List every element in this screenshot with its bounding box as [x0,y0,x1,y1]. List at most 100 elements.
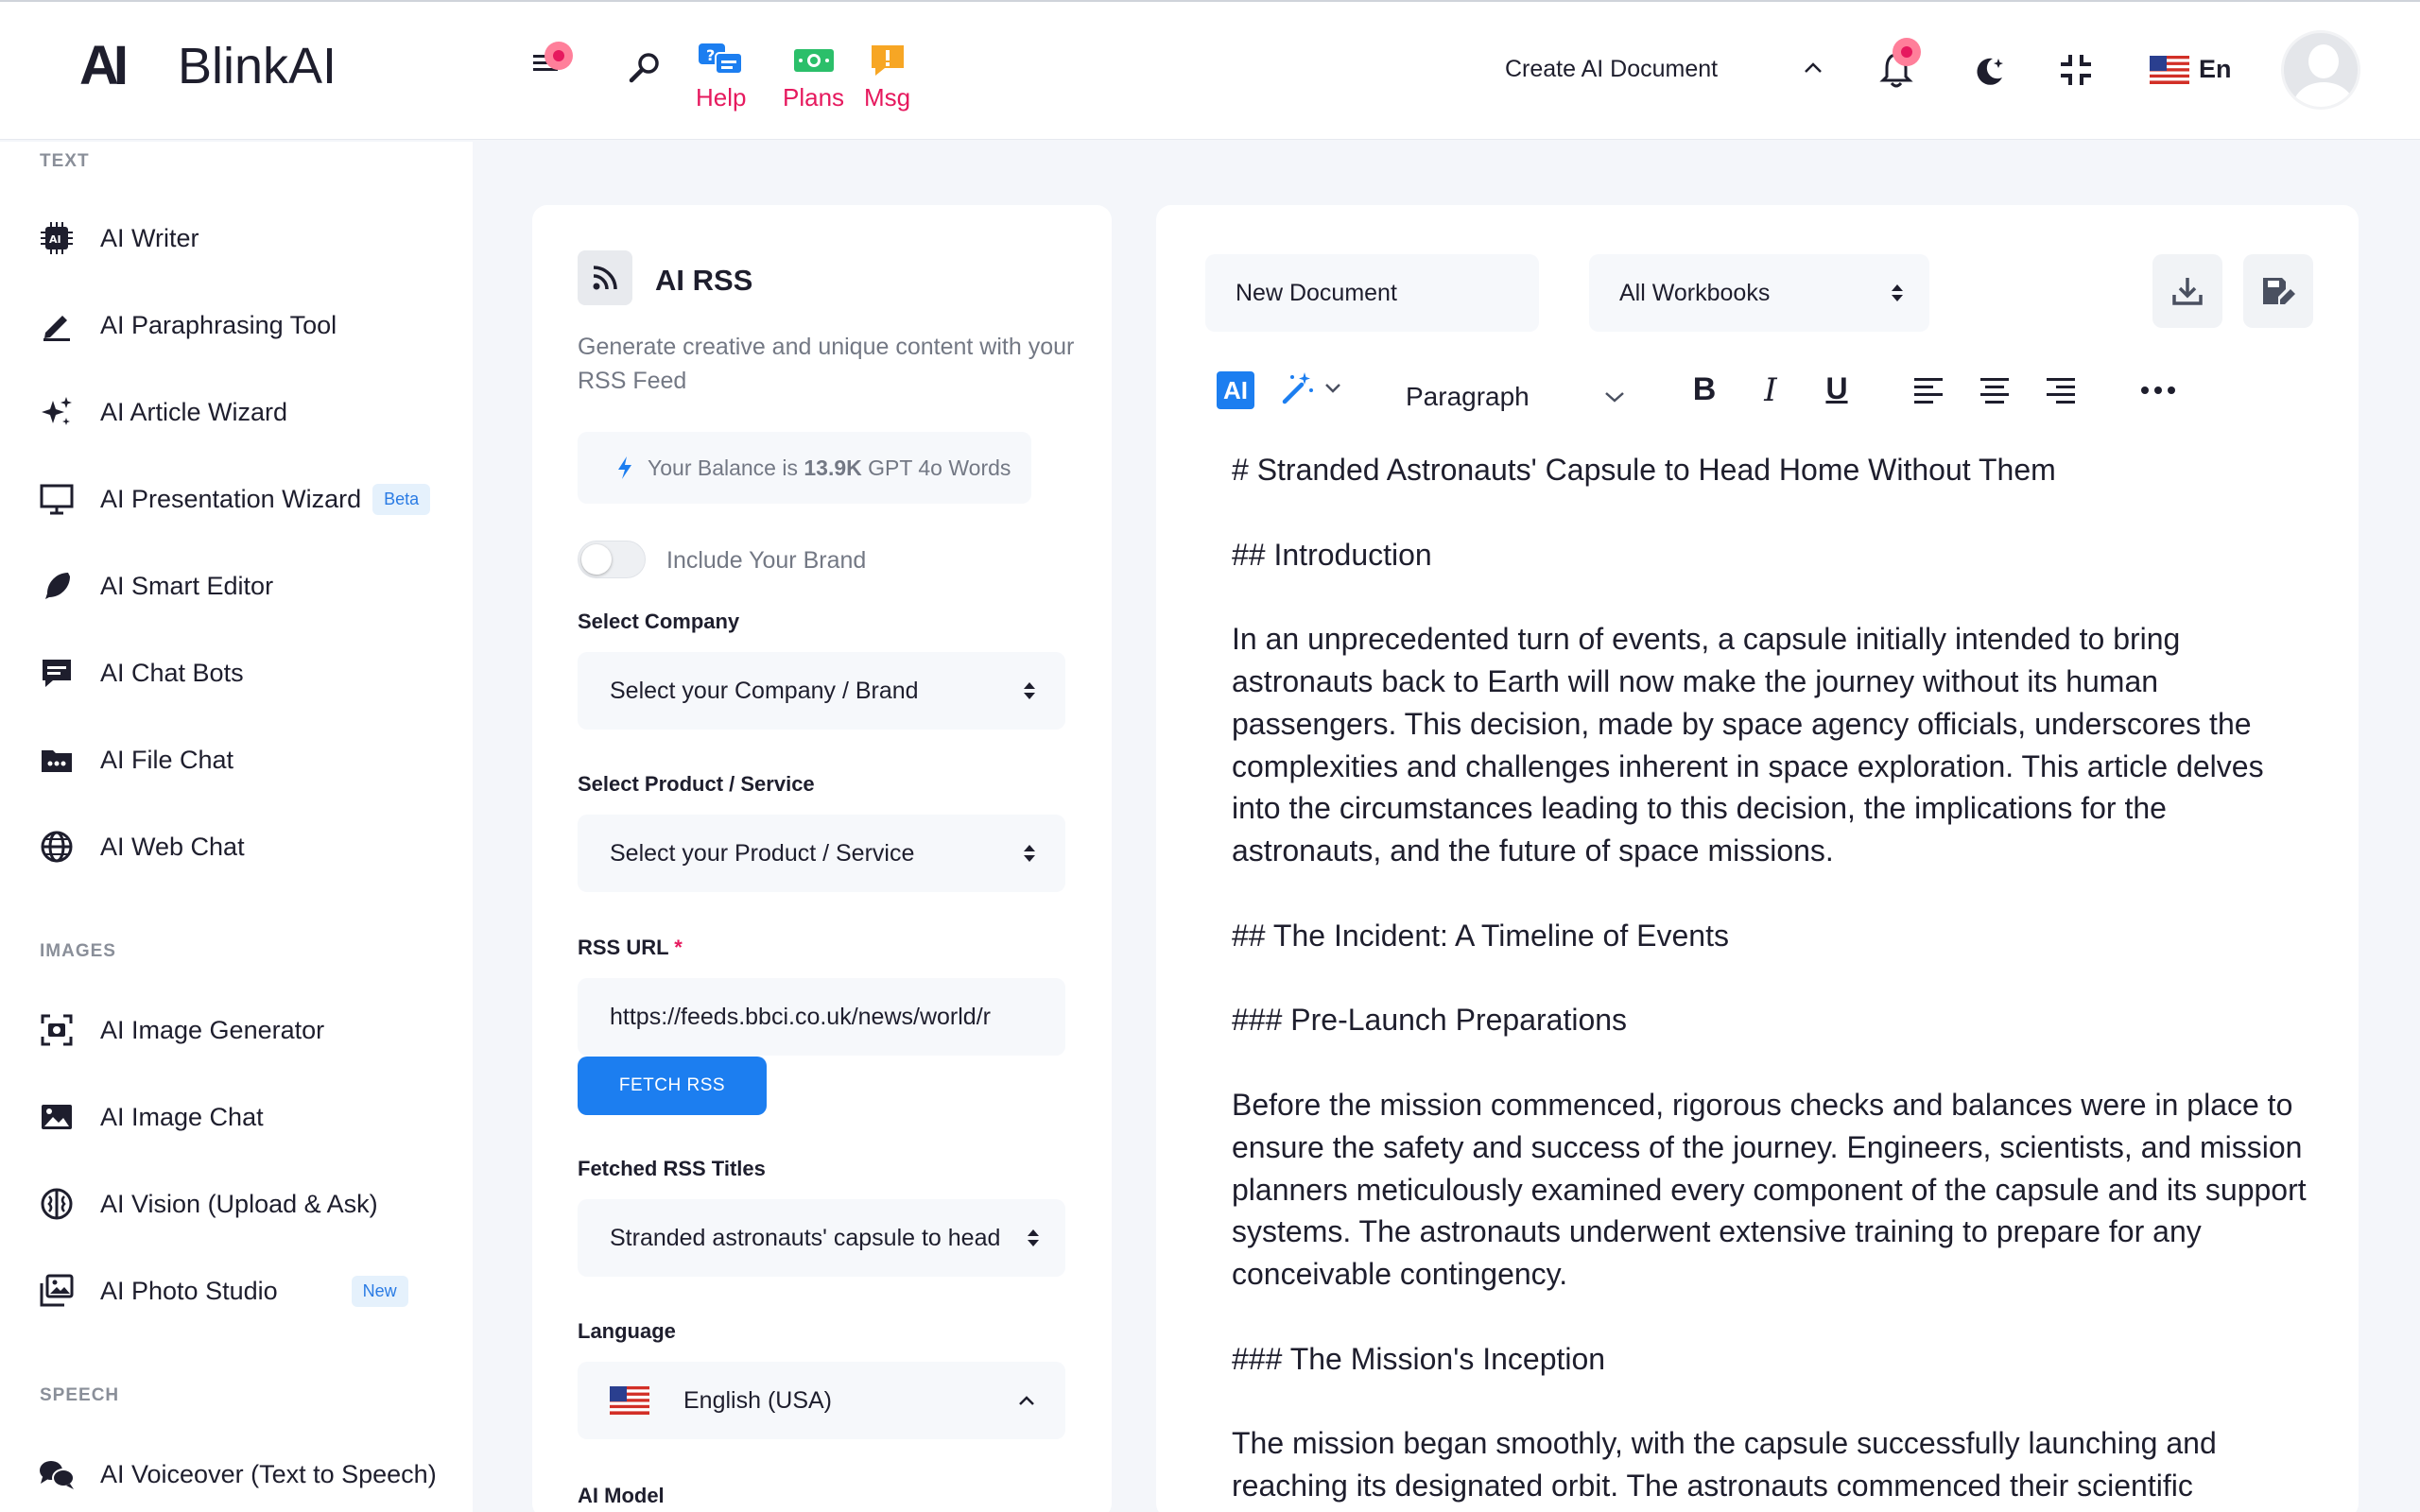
help-label: Help [696,83,747,112]
italic-button[interactable]: I [1752,371,1789,409]
download-button[interactable] [2152,254,2222,328]
paragraph-style-select[interactable]: Paragraph [1392,366,1640,428]
help-chat-icon: ? [698,43,743,75]
sidebar: TEXT AI AI Writer AI Paraphrasing Tool A… [0,142,473,1512]
message-alert-icon [871,45,904,76]
sidebar-item-ai-web-chat[interactable]: AI Web Chat [38,823,245,870]
align-left-button[interactable] [1912,375,1945,405]
svg-text:?: ? [706,46,715,64]
compress-icon [2061,55,2091,85]
language-label: Language [578,1319,676,1343]
sidebar-item-ai-article-wizard[interactable]: AI Article Wizard [38,388,287,436]
sidebar-item-ai-image-chat[interactable]: AI Image Chat [38,1093,264,1141]
sidebar-item-ai-image-generator[interactable]: AI Image Generator [38,1006,324,1054]
theme-toggle[interactable] [1972,53,2008,89]
panel-title: AI RSS [655,264,753,297]
rss-url-input[interactable]: https://feeds.bbci.co.uk/news/world/r [578,978,1065,1056]
voice-chat-icon [38,1455,76,1493]
sidebar-item-label: AI Writer [100,223,199,252]
balance-suffix: GPT 4o Words [861,455,1011,480]
align-right-icon [2047,378,2075,404]
chat-icon [38,654,76,692]
align-left-icon [1914,378,1943,404]
more-horizontal-icon [2141,387,2175,394]
sidebar-item-label: AI Image Generator [100,1015,325,1044]
sidebar-item-ai-chat-bots[interactable]: AI Chat Bots [38,649,244,696]
fullscreen-button[interactable] [2059,53,2093,87]
sort-arrows-icon [1024,682,1035,699]
avatar[interactable] [2281,30,2360,110]
sidebar-item-label: AI Article Wizard [100,397,288,426]
search-button[interactable] [626,49,664,87]
sidebar-item-ai-photo-studio[interactable]: AI Photo Studio New [38,1267,408,1314]
required-asterisk: * [674,936,683,959]
ai-assist-button[interactable]: AI [1217,371,1254,409]
content-paragraph: Before the mission commenced, rigorous c… [1232,1087,2307,1292]
bold-button[interactable]: B [1685,371,1723,408]
editor-content[interactable]: # Stranded Astronauts' Capsule to Head H… [1232,449,2309,1512]
chevron-down-icon [1325,384,1340,393]
fetch-rss-button[interactable]: FETCH RSS [578,1057,767,1115]
language-dropdown[interactable]: English (USA) [578,1362,1065,1439]
sidebar-item-label: AI Photo Studio [100,1276,278,1305]
svg-text:AI: AI [49,233,61,246]
notification-dot [1893,38,1921,66]
plans-button[interactable]: Plans [783,42,844,112]
workbook-select[interactable]: All Workbooks [1589,254,1929,332]
create-doc-toggle[interactable] [1802,59,1824,77]
more-options-button[interactable] [2139,381,2177,400]
select-product-value: Select your Product / Service [610,839,915,867]
language-selector[interactable]: En [2150,55,2232,84]
photos-icon [38,1272,76,1310]
create-ai-document[interactable]: Create AI Document [1505,56,1718,83]
align-center-icon [1980,378,2009,404]
help-button[interactable]: ? Help [696,42,746,112]
workbook-value: All Workbooks [1619,279,1771,306]
fetched-titles-dropdown[interactable]: Stranded astronauts' capsule to head [578,1199,1065,1277]
sidebar-item-label: AI Chat Bots [100,658,244,687]
sidebar-item-ai-voiceover[interactable]: AI Voiceover (Text to Speech) [38,1451,437,1498]
align-center-button[interactable] [1979,375,2011,405]
document-name-input[interactable]: New Document [1205,254,1539,332]
chevron-down-icon [1605,392,1624,403]
panel-description: Generate creative and unique content wit… [578,334,1075,394]
select-product-dropdown[interactable]: Select your Product / Service [578,815,1065,892]
new-badge: New [351,1275,408,1307]
sidebar-item-ai-paraphrasing-tool[interactable]: AI Paraphrasing Tool [38,301,337,349]
msg-button[interactable]: Msg [864,42,910,112]
msg-label: Msg [864,83,911,112]
sidebar-item-label: AI Presentation Wizard [100,484,362,513]
sidebar-item-ai-file-chat[interactable]: AI File Chat [38,736,233,783]
fetched-titles-label: Fetched RSS Titles [578,1157,766,1180]
align-right-button[interactable] [2045,375,2077,405]
sidebar-item-label: AI Image Chat [100,1102,264,1131]
moon-icon [1977,58,2003,85]
balance-box: Your Balance is 13.9K GPT 4o Words [578,432,1031,504]
sidebar-item-label: AI Voiceover (Text to Speech) [100,1459,437,1488]
logo[interactable]: AI BlinkAI [79,34,337,97]
magic-wand-button[interactable] [1279,369,1343,407]
content-paragraph: # Stranded Astronauts' Capsule to Head H… [1232,453,2056,487]
save-edit-icon [2263,278,2295,304]
sidebar-item-label: AI Smart Editor [100,571,274,600]
search-icon [629,53,659,83]
content-paragraph: ## Introduction [1232,537,1432,572]
sidebar-item-ai-writer[interactable]: AI AI Writer [38,215,199,262]
menu-button[interactable] [529,42,573,79]
sidebar-item-ai-vision[interactable]: AI Vision (Upload & Ask) [38,1180,378,1228]
magic-wand-icon [1282,372,1313,404]
notifications-button[interactable] [1879,38,1921,89]
sidebar-item-ai-smart-editor[interactable]: AI Smart Editor [38,562,273,610]
underline-button[interactable]: U [1818,371,1856,406]
content-paragraph: The mission began smoothly, with the cap… [1232,1426,2217,1503]
include-brand-toggle[interactable] [578,541,646,578]
logo-text: BlinkAI [178,37,337,94]
select-company-dropdown[interactable]: Select your Company / Brand [578,652,1065,730]
ai-rss-panel: AI RSS Generate creative and unique cont… [532,205,1112,1512]
sort-arrows-icon [1028,1229,1039,1246]
top-header: AI BlinkAI ? Help Plans Msg Create AI Do… [0,0,2420,140]
save-button[interactable] [2243,254,2313,328]
feather-icon [38,567,76,605]
sidebar-item-ai-presentation-wizard[interactable]: AI Presentation Wizard Beta [38,475,431,523]
us-flag-icon [2150,55,2189,84]
